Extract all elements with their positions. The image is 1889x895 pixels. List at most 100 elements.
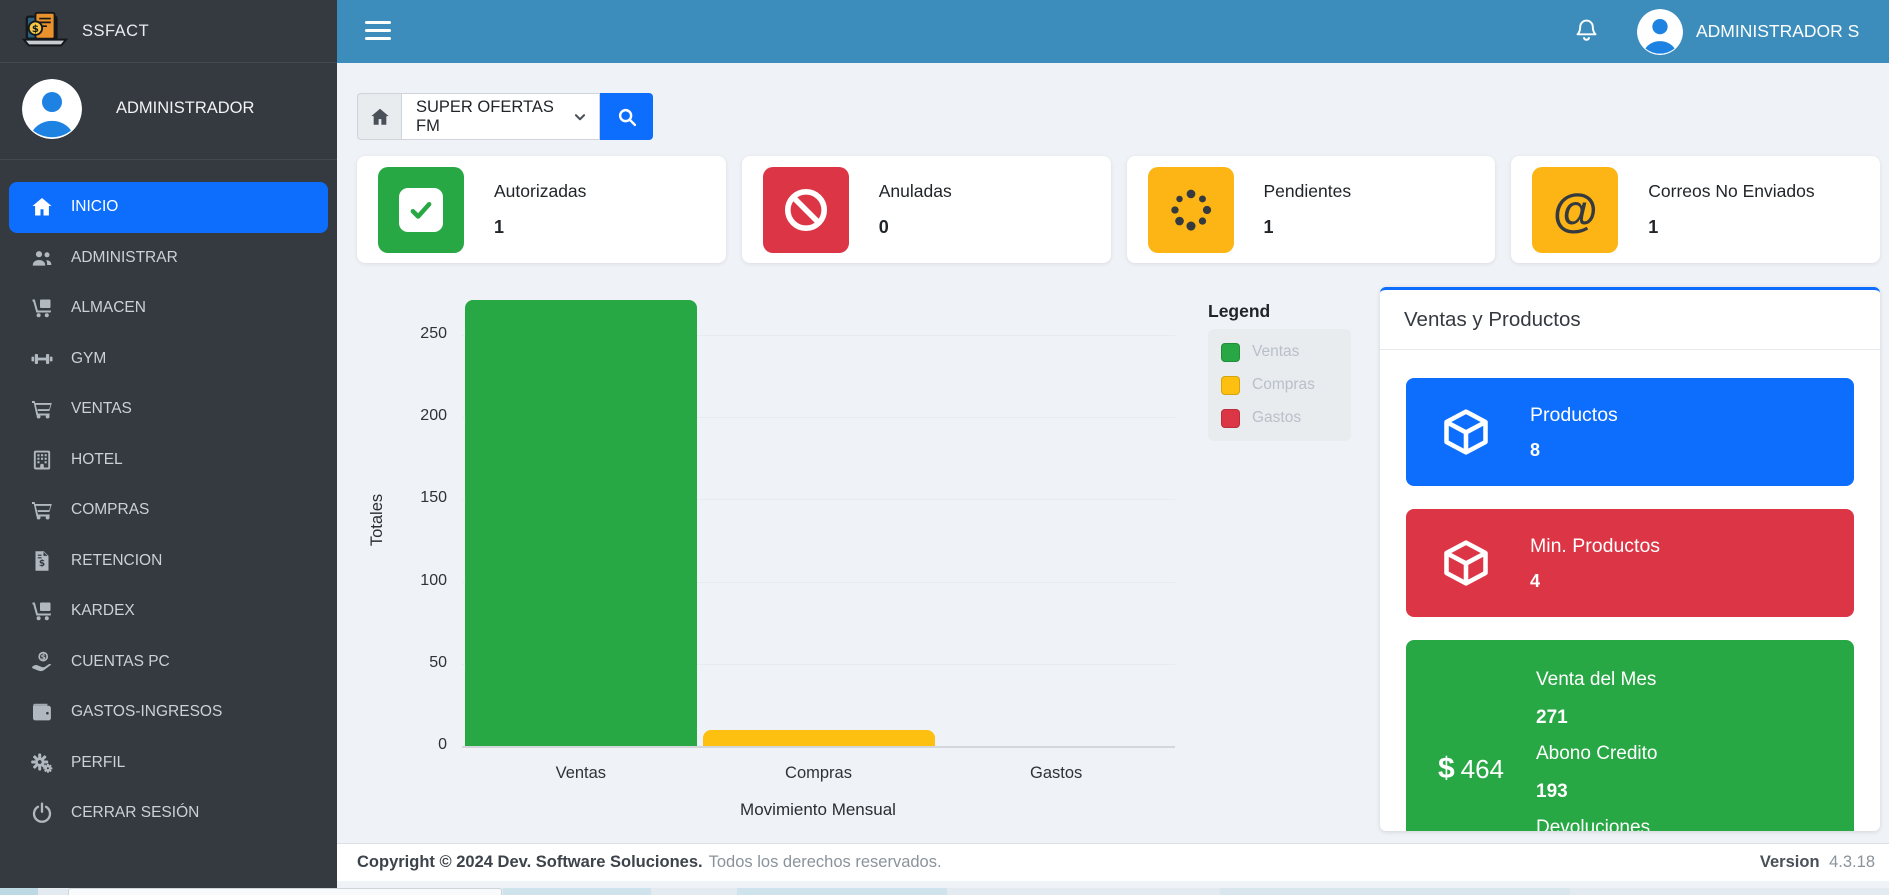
sidebar-item-retencion[interactable]: $ RETENCION bbox=[0, 536, 337, 587]
search-button[interactable] bbox=[600, 93, 653, 140]
stats-row: Autorizadas1Anuladas0Pendientes1@Correos… bbox=[357, 156, 1880, 263]
legend-label: Compras bbox=[1252, 376, 1315, 394]
chart-bar-compras bbox=[703, 730, 935, 746]
dumbbell-icon bbox=[30, 347, 54, 371]
stat-icon-box bbox=[763, 167, 849, 253]
stat-label: Autorizadas bbox=[494, 181, 586, 202]
taskbar-strip bbox=[0, 888, 1889, 895]
sidebar-item-administrar[interactable]: ADMINISTRAR bbox=[0, 233, 337, 284]
topbar: ADMINISTRADOR S bbox=[337, 0, 1889, 63]
chart-y-tick: 100 bbox=[387, 572, 447, 590]
sales-row-label: Abono Credito bbox=[1536, 743, 1657, 765]
chart-legend: Ventas Compras Gastos bbox=[1208, 329, 1351, 441]
panel-card-value: 8 bbox=[1530, 440, 1618, 461]
svg-text:$: $ bbox=[39, 559, 45, 569]
sidebar-item-label: GYM bbox=[71, 350, 106, 368]
stat-value: 1 bbox=[1264, 217, 1352, 238]
chart-x-tick: Ventas bbox=[496, 764, 666, 783]
chevron-down-icon bbox=[571, 108, 589, 126]
spinner-icon bbox=[1165, 184, 1217, 236]
dashboard-root: $ SSFACT ADMINISTRADOR INICIOADMINISTRAR… bbox=[0, 0, 1889, 895]
footer-version: Version 4.3.18 bbox=[1760, 853, 1875, 872]
topbar-user-name: ADMINISTRADOR S bbox=[1696, 21, 1859, 42]
check-icon bbox=[406, 195, 436, 225]
chart-grid-line bbox=[462, 582, 1175, 583]
wallet-icon bbox=[30, 700, 54, 724]
sidebar-item-label: HOTEL bbox=[71, 451, 123, 469]
stat-card-pendientes: Pendientes1 bbox=[1127, 156, 1496, 263]
stat-card-anuladas: Anuladas 0 bbox=[742, 156, 1111, 263]
sidebar-item-label: CUENTAS PC bbox=[71, 653, 170, 671]
at-icon: @ bbox=[1553, 183, 1598, 237]
footer-copyright: Copyright © 2024 Dev. Software Solucione… bbox=[357, 853, 703, 872]
chart-grid-line bbox=[462, 664, 1175, 665]
panel-card-productos: Productos 8 bbox=[1406, 378, 1854, 486]
sidebar-item-label: PERFIL bbox=[71, 754, 125, 772]
sidebar-item-label: RETENCION bbox=[71, 552, 162, 570]
legend-swatch bbox=[1221, 409, 1240, 428]
user-avatar bbox=[22, 79, 82, 139]
sidebar-item-label: KARDEX bbox=[71, 602, 135, 620]
main-content: SUPER OFERTAS FM Autorizadas 1 Anuladas 0 Pe… bbox=[337, 63, 1889, 895]
legend-label: Gastos bbox=[1252, 409, 1301, 427]
footer: Copyright © 2024 Dev. Software Solucione… bbox=[337, 843, 1889, 881]
chart-y-tick: 250 bbox=[387, 325, 447, 343]
chart-y-tick: 0 bbox=[387, 736, 447, 754]
panel-card-label: Productos bbox=[1530, 404, 1618, 427]
notifications-bell-icon[interactable] bbox=[1573, 17, 1600, 44]
panel-card-venta-del-mes: $464Venta del Mes271Abono Credito193Devo… bbox=[1406, 640, 1854, 831]
panel-card-value: 4 bbox=[1530, 571, 1660, 592]
stat-icon-box bbox=[378, 167, 464, 253]
sales-products-panel: Ventas y Productos Productos 8 Min. Produc… bbox=[1380, 287, 1880, 831]
chart-grid-line bbox=[462, 499, 1175, 500]
store-picker-group: SUPER OFERTAS FM bbox=[357, 93, 653, 140]
legend-item-compras: Compras bbox=[1221, 371, 1338, 399]
ban-icon bbox=[780, 184, 832, 236]
invoice-icon: $ bbox=[30, 549, 54, 573]
chart-x-tick: Gastos bbox=[971, 764, 1141, 783]
stat-icon-box: @ bbox=[1532, 167, 1618, 253]
stat-label: Anuladas bbox=[879, 181, 952, 202]
panel-card-label: Min. Productos bbox=[1530, 535, 1660, 558]
stat-card-autorizadas: Autorizadas 1 bbox=[357, 156, 726, 263]
stat-value: 1 bbox=[1648, 217, 1814, 238]
legend-label: Ventas bbox=[1252, 343, 1299, 361]
sales-amount: $464 bbox=[1406, 752, 1536, 831]
sales-rows: Venta del Mes271Abono Credito193Devoluci… bbox=[1536, 640, 1657, 831]
sidebar-item-gastos-ingresos[interactable]: GASTOS-INGRESOS bbox=[0, 687, 337, 738]
stat-value: 0 bbox=[879, 217, 952, 238]
home-icon bbox=[30, 195, 54, 219]
sidebar-item-label: ALMACEN bbox=[71, 299, 146, 317]
sidebar-item-almacen[interactable]: ALMACEN bbox=[0, 283, 337, 334]
store-select[interactable]: SUPER OFERTAS FM bbox=[401, 93, 600, 140]
sales-row-label: Devoluciones bbox=[1536, 817, 1657, 831]
sidebar-item-cerrar-sesi-n[interactable]: CERRAR SESIÓN bbox=[0, 788, 337, 839]
svg-text:$: $ bbox=[32, 24, 39, 35]
chart-grid-line bbox=[462, 417, 1175, 418]
sidebar-item-perfil[interactable]: PERFIL bbox=[0, 738, 337, 789]
sidebar-item-ventas[interactable]: VENTAS bbox=[0, 384, 337, 435]
chart-y-tick: 200 bbox=[387, 407, 447, 425]
sidebar-item-hotel[interactable]: HOTEL bbox=[0, 435, 337, 486]
sidebar-item-inicio[interactable]: INICIO bbox=[9, 182, 328, 233]
cube-icon bbox=[1440, 537, 1492, 589]
legend-swatch bbox=[1221, 343, 1240, 362]
sidebar-item-compras[interactable]: COMPRAS bbox=[0, 485, 337, 536]
dolly-icon bbox=[30, 599, 54, 623]
chart-x-axis-label: Movimiento Mensual bbox=[668, 800, 968, 820]
cart-icon bbox=[30, 498, 54, 522]
sidebar-item-label: INICIO bbox=[71, 198, 118, 216]
sidebar-user-name: ADMINISTRADOR bbox=[116, 99, 254, 118]
sidebar-toggle-button[interactable] bbox=[365, 21, 391, 45]
sidebar-item-cuentas-pc[interactable]: $CUENTAS PC bbox=[0, 637, 337, 688]
sidebar-item-gym[interactable]: GYM bbox=[0, 334, 337, 385]
chart-y-tick: 50 bbox=[387, 654, 447, 672]
sidebar-item-kardex[interactable]: KARDEX bbox=[0, 586, 337, 637]
stat-value: 1 bbox=[494, 217, 586, 238]
topbar-user-menu[interactable]: ADMINISTRADOR S bbox=[1637, 0, 1859, 63]
sidebar-item-label: CERRAR SESIÓN bbox=[71, 804, 199, 822]
topbar-avatar bbox=[1637, 9, 1683, 55]
sidebar-user-panel[interactable]: ADMINISTRADOR bbox=[0, 63, 337, 160]
sidebar-item-label: ADMINISTRAR bbox=[71, 249, 178, 267]
panel-title: Ventas y Productos bbox=[1380, 290, 1880, 350]
